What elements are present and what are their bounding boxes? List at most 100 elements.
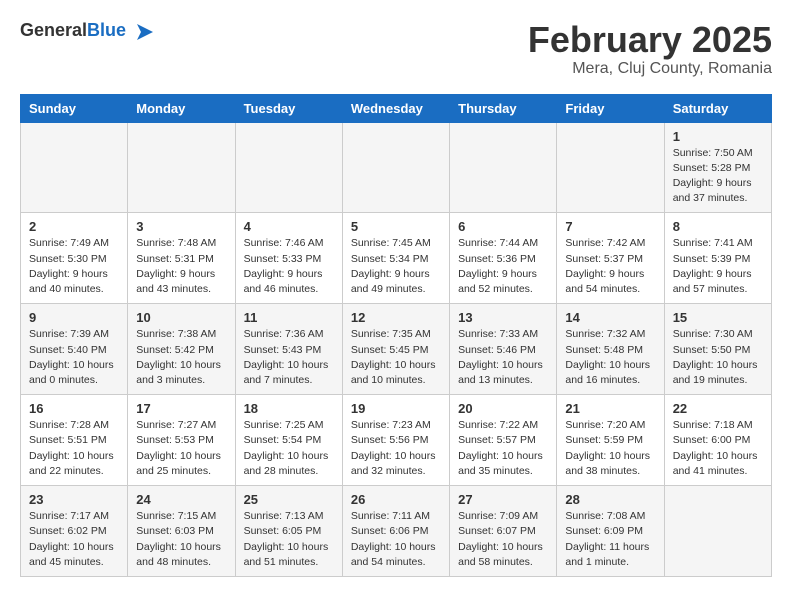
weekday-header: Monday [128,94,235,122]
calendar-cell: 6 Sunrise: 7:44 AMSunset: 5:36 PMDaylight… [450,213,557,304]
day-info: Sunrise: 7:33 AMSunset: 5:46 PMDaylight:… [458,327,548,388]
day-number: 6 [458,219,548,234]
day-info: Sunrise: 7:11 AMSunset: 6:06 PMDaylight:… [351,509,441,570]
day-number: 11 [244,310,334,325]
day-number: 13 [458,310,548,325]
calendar-cell: 16 Sunrise: 7:28 AMSunset: 5:51 PMDayligh… [21,395,128,486]
day-info: Sunrise: 7:48 AMSunset: 5:31 PMDaylight:… [136,236,226,297]
calendar-cell: 11 Sunrise: 7:36 AMSunset: 5:43 PMDayligh… [235,304,342,395]
day-info: Sunrise: 7:36 AMSunset: 5:43 PMDaylight:… [244,327,334,388]
calendar-cell [664,486,771,577]
weekday-header: Saturday [664,94,771,122]
day-info: Sunrise: 7:15 AMSunset: 6:03 PMDaylight:… [136,509,226,570]
day-info: Sunrise: 7:23 AMSunset: 5:56 PMDaylight:… [351,418,441,479]
day-info: Sunrise: 7:49 AMSunset: 5:30 PMDaylight:… [29,236,119,297]
day-info: Sunrise: 7:30 AMSunset: 5:50 PMDaylight:… [673,327,763,388]
calendar-cell: 2Sunrise: 7:49 AMSunset: 5:30 PMDaylight… [21,213,128,304]
day-number: 7 [565,219,655,234]
calendar-cell: 10 Sunrise: 7:38 AMSunset: 5:42 PMDayligh… [128,304,235,395]
calendar-cell [450,122,557,213]
calendar-cell: 4 Sunrise: 7:46 AMSunset: 5:33 PMDaylight… [235,213,342,304]
day-number: 12 [351,310,441,325]
day-info: Sunrise: 7:41 AMSunset: 5:39 PMDaylight:… [673,236,763,297]
calendar-cell: 1 Sunrise: 7:50 AMSunset: 5:28 PMDaylight… [664,122,771,213]
day-number: 9 [29,310,119,325]
day-number: 8 [673,219,763,234]
day-number: 26 [351,492,441,507]
day-info: Sunrise: 7:25 AMSunset: 5:54 PMDaylight:… [244,418,334,479]
calendar-cell: 20 Sunrise: 7:22 AMSunset: 5:57 PMDayligh… [450,395,557,486]
calendar-week-row: 2Sunrise: 7:49 AMSunset: 5:30 PMDaylight… [21,213,772,304]
day-number: 19 [351,401,441,416]
calendar-cell: 14 Sunrise: 7:32 AMSunset: 5:48 PMDayligh… [557,304,664,395]
day-info: Sunrise: 7:17 AMSunset: 6:02 PMDaylight:… [29,509,119,570]
day-info: Sunrise: 7:28 AMSunset: 5:51 PMDaylight:… [29,418,119,479]
calendar-cell: 24 Sunrise: 7:15 AMSunset: 6:03 PMDayligh… [128,486,235,577]
day-number: 20 [458,401,548,416]
weekday-header: Wednesday [342,94,449,122]
calendar-cell [342,122,449,213]
calendar-table: SundayMondayTuesdayWednesdayThursdayFrid… [20,94,772,577]
day-info: Sunrise: 7:20 AMSunset: 5:59 PMDaylight:… [565,418,655,479]
calendar-cell: 3 Sunrise: 7:48 AMSunset: 5:31 PMDaylight… [128,213,235,304]
calendar-cell: 7 Sunrise: 7:42 AMSunset: 5:37 PMDaylight… [557,213,664,304]
day-info: Sunrise: 7:42 AMSunset: 5:37 PMDaylight:… [565,236,655,297]
page-header: GeneralBlue February 2025 Mera, Cluj Cou… [20,20,772,78]
title-block: February 2025 Mera, Cluj County, Romania [528,20,772,78]
calendar-cell: 9Sunrise: 7:39 AMSunset: 5:40 PMDaylight… [21,304,128,395]
day-info: Sunrise: 7:45 AMSunset: 5:34 PMDaylight:… [351,236,441,297]
month-title: February 2025 [528,20,772,60]
weekday-header: Sunday [21,94,128,122]
calendar-cell: 17Sunrise: 7:27 AMSunset: 5:53 PMDayligh… [128,395,235,486]
day-info: Sunrise: 7:18 AMSunset: 6:00 PMDaylight:… [673,418,763,479]
calendar-cell [235,122,342,213]
location-subtitle: Mera, Cluj County, Romania [528,60,772,78]
day-number: 25 [244,492,334,507]
day-number: 5 [351,219,441,234]
day-number: 14 [565,310,655,325]
calendar-cell: 22Sunrise: 7:18 AMSunset: 6:00 PMDayligh… [664,395,771,486]
day-info: Sunrise: 7:50 AMSunset: 5:28 PMDaylight:… [673,146,763,207]
calendar-cell: 12 Sunrise: 7:35 AMSunset: 5:45 PMDayligh… [342,304,449,395]
day-number: 28 [565,492,655,507]
day-number: 21 [565,401,655,416]
calendar-cell: 19 Sunrise: 7:23 AMSunset: 5:56 PMDayligh… [342,395,449,486]
calendar-cell: 23 Sunrise: 7:17 AMSunset: 6:02 PMDayligh… [21,486,128,577]
day-number: 24 [136,492,226,507]
calendar-cell: 25 Sunrise: 7:13 AMSunset: 6:05 PMDayligh… [235,486,342,577]
day-info: Sunrise: 7:32 AMSunset: 5:48 PMDaylight:… [565,327,655,388]
calendar-cell [557,122,664,213]
logo: GeneralBlue [20,20,157,44]
calendar-cell: 26 Sunrise: 7:11 AMSunset: 6:06 PMDayligh… [342,486,449,577]
day-info: Sunrise: 7:09 AMSunset: 6:07 PMDaylight:… [458,509,548,570]
calendar-cell: 21 Sunrise: 7:20 AMSunset: 5:59 PMDayligh… [557,395,664,486]
calendar-cell: 15 Sunrise: 7:30 AMSunset: 5:50 PMDayligh… [664,304,771,395]
day-number: 23 [29,492,119,507]
day-number: 18 [244,401,334,416]
day-info: Sunrise: 7:13 AMSunset: 6:05 PMDaylight:… [244,509,334,570]
calendar-cell: 28 Sunrise: 7:08 AMSunset: 6:09 PMDayligh… [557,486,664,577]
day-info: Sunrise: 7:44 AMSunset: 5:36 PMDaylight:… [458,236,548,297]
weekday-header: Tuesday [235,94,342,122]
day-number: 16 [29,401,119,416]
day-number: 17 [136,401,226,416]
day-number: 10 [136,310,226,325]
day-number: 1 [673,129,763,144]
calendar-week-row: 9Sunrise: 7:39 AMSunset: 5:40 PMDaylight… [21,304,772,395]
day-number: 4 [244,219,334,234]
day-info: Sunrise: 7:35 AMSunset: 5:45 PMDaylight:… [351,327,441,388]
calendar-cell: 13 Sunrise: 7:33 AMSunset: 5:46 PMDayligh… [450,304,557,395]
day-number: 27 [458,492,548,507]
weekday-header: Thursday [450,94,557,122]
logo-text: GeneralBlue [20,20,157,44]
day-number: 15 [673,310,763,325]
day-number: 3 [136,219,226,234]
calendar-week-row: 1 Sunrise: 7:50 AMSunset: 5:28 PMDaylight… [21,122,772,213]
day-info: Sunrise: 7:38 AMSunset: 5:42 PMDaylight:… [136,327,226,388]
day-info: Sunrise: 7:08 AMSunset: 6:09 PMDaylight:… [565,509,655,570]
calendar-week-row: 23 Sunrise: 7:17 AMSunset: 6:02 PMDayligh… [21,486,772,577]
day-info: Sunrise: 7:46 AMSunset: 5:33 PMDaylight:… [244,236,334,297]
logo-icon [133,20,157,44]
day-info: Sunrise: 7:22 AMSunset: 5:57 PMDaylight:… [458,418,548,479]
logo-general: General [20,20,87,40]
